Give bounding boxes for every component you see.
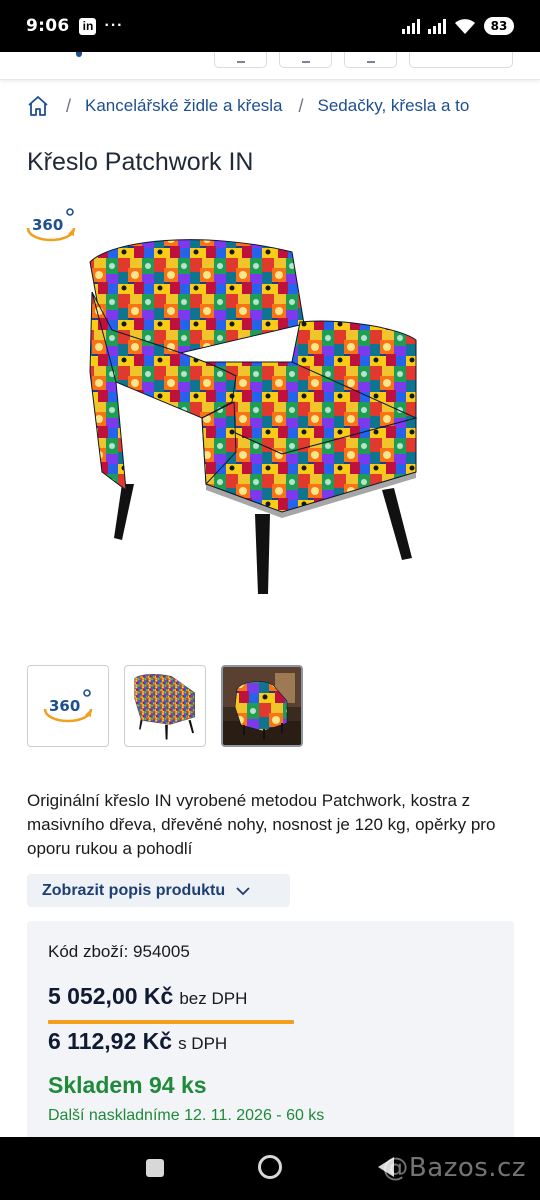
product-image[interactable] (82, 222, 427, 602)
home-button-icon[interactable] (258, 1155, 282, 1179)
price-excl-vat-label: bez DPH (179, 989, 248, 1008)
linkedin-icon: in (79, 17, 97, 35)
header-button-1[interactable] (214, 52, 267, 68)
recent-apps-icon[interactable] (146, 1159, 164, 1177)
status-time: 9:06 (26, 16, 70, 36)
header-button-3[interactable] (344, 52, 397, 68)
breadcrumb-link-seating[interactable]: Sedačky, křesla a to (318, 96, 470, 116)
svg-text:360: 360 (32, 216, 63, 234)
header-button-2[interactable] (279, 52, 332, 68)
price-box: Kód zboží: 954005 5 052,00 Kč bez DPH 6 … (27, 921, 514, 1151)
price-excl-vat: 5 052,00 Kč bez DPH (48, 983, 247, 1010)
price-incl-vat-label: s DPH (178, 1034, 228, 1053)
thumbnail-360[interactable]: 360 (27, 665, 109, 747)
watermark: @Bazos.cz (382, 1153, 526, 1183)
price-highlight (48, 1020, 294, 1024)
stock-status: Skladem 94 ks (48, 1072, 207, 1098)
logo[interactable] (76, 52, 82, 57)
site-header (0, 52, 540, 80)
home-icon[interactable] (26, 94, 50, 118)
header-cart-button[interactable] (409, 52, 513, 68)
breadcrumb-separator: / (298, 95, 304, 116)
product-description: Originální křeslo IN vyrobené metodou Pa… (27, 791, 496, 858)
system-nav-bar: @Bazos.cz (0, 1137, 540, 1200)
battery-indicator: 83 (484, 17, 514, 35)
more-notifications-icon: ··· (104, 17, 124, 34)
360-icon: 360 (43, 689, 93, 723)
price-excl-vat-amount: 5 052,00 Kč (48, 983, 174, 1009)
thumbnail-chair[interactable] (124, 665, 206, 747)
signal-icon-2 (428, 18, 446, 34)
status-bar: 9:06 in ··· 83 (0, 0, 540, 52)
wifi-icon (455, 18, 475, 34)
thumbnail-room[interactable] (221, 665, 303, 747)
price-incl-vat-amount: 6 112,92 Kč (48, 1028, 173, 1054)
breadcrumb-link-office-chairs[interactable]: Kancelářské židle a křesla (85, 96, 282, 116)
chevron-down-icon (236, 886, 250, 895)
product-code: Kód zboží: 954005 (48, 942, 190, 961)
breadcrumb-separator: / (66, 95, 72, 116)
page-title: Křeslo Patchwork IN (27, 148, 254, 176)
svg-text:360: 360 (49, 697, 80, 715)
360-icon[interactable]: 360 (24, 204, 78, 246)
restock-info: Další naskladníme 12. 11. 2026 - 60 ks (48, 1107, 325, 1124)
price-incl-vat: 6 112,92 Kč s DPH (48, 1028, 227, 1055)
show-description-button[interactable]: Zobrazit popis produktu (27, 874, 290, 907)
signal-icon (402, 18, 420, 34)
breadcrumb: / Kancelářské židle a křesla / Sedačky, … (0, 88, 540, 124)
show-description-label: Zobrazit popis produktu (42, 881, 226, 899)
